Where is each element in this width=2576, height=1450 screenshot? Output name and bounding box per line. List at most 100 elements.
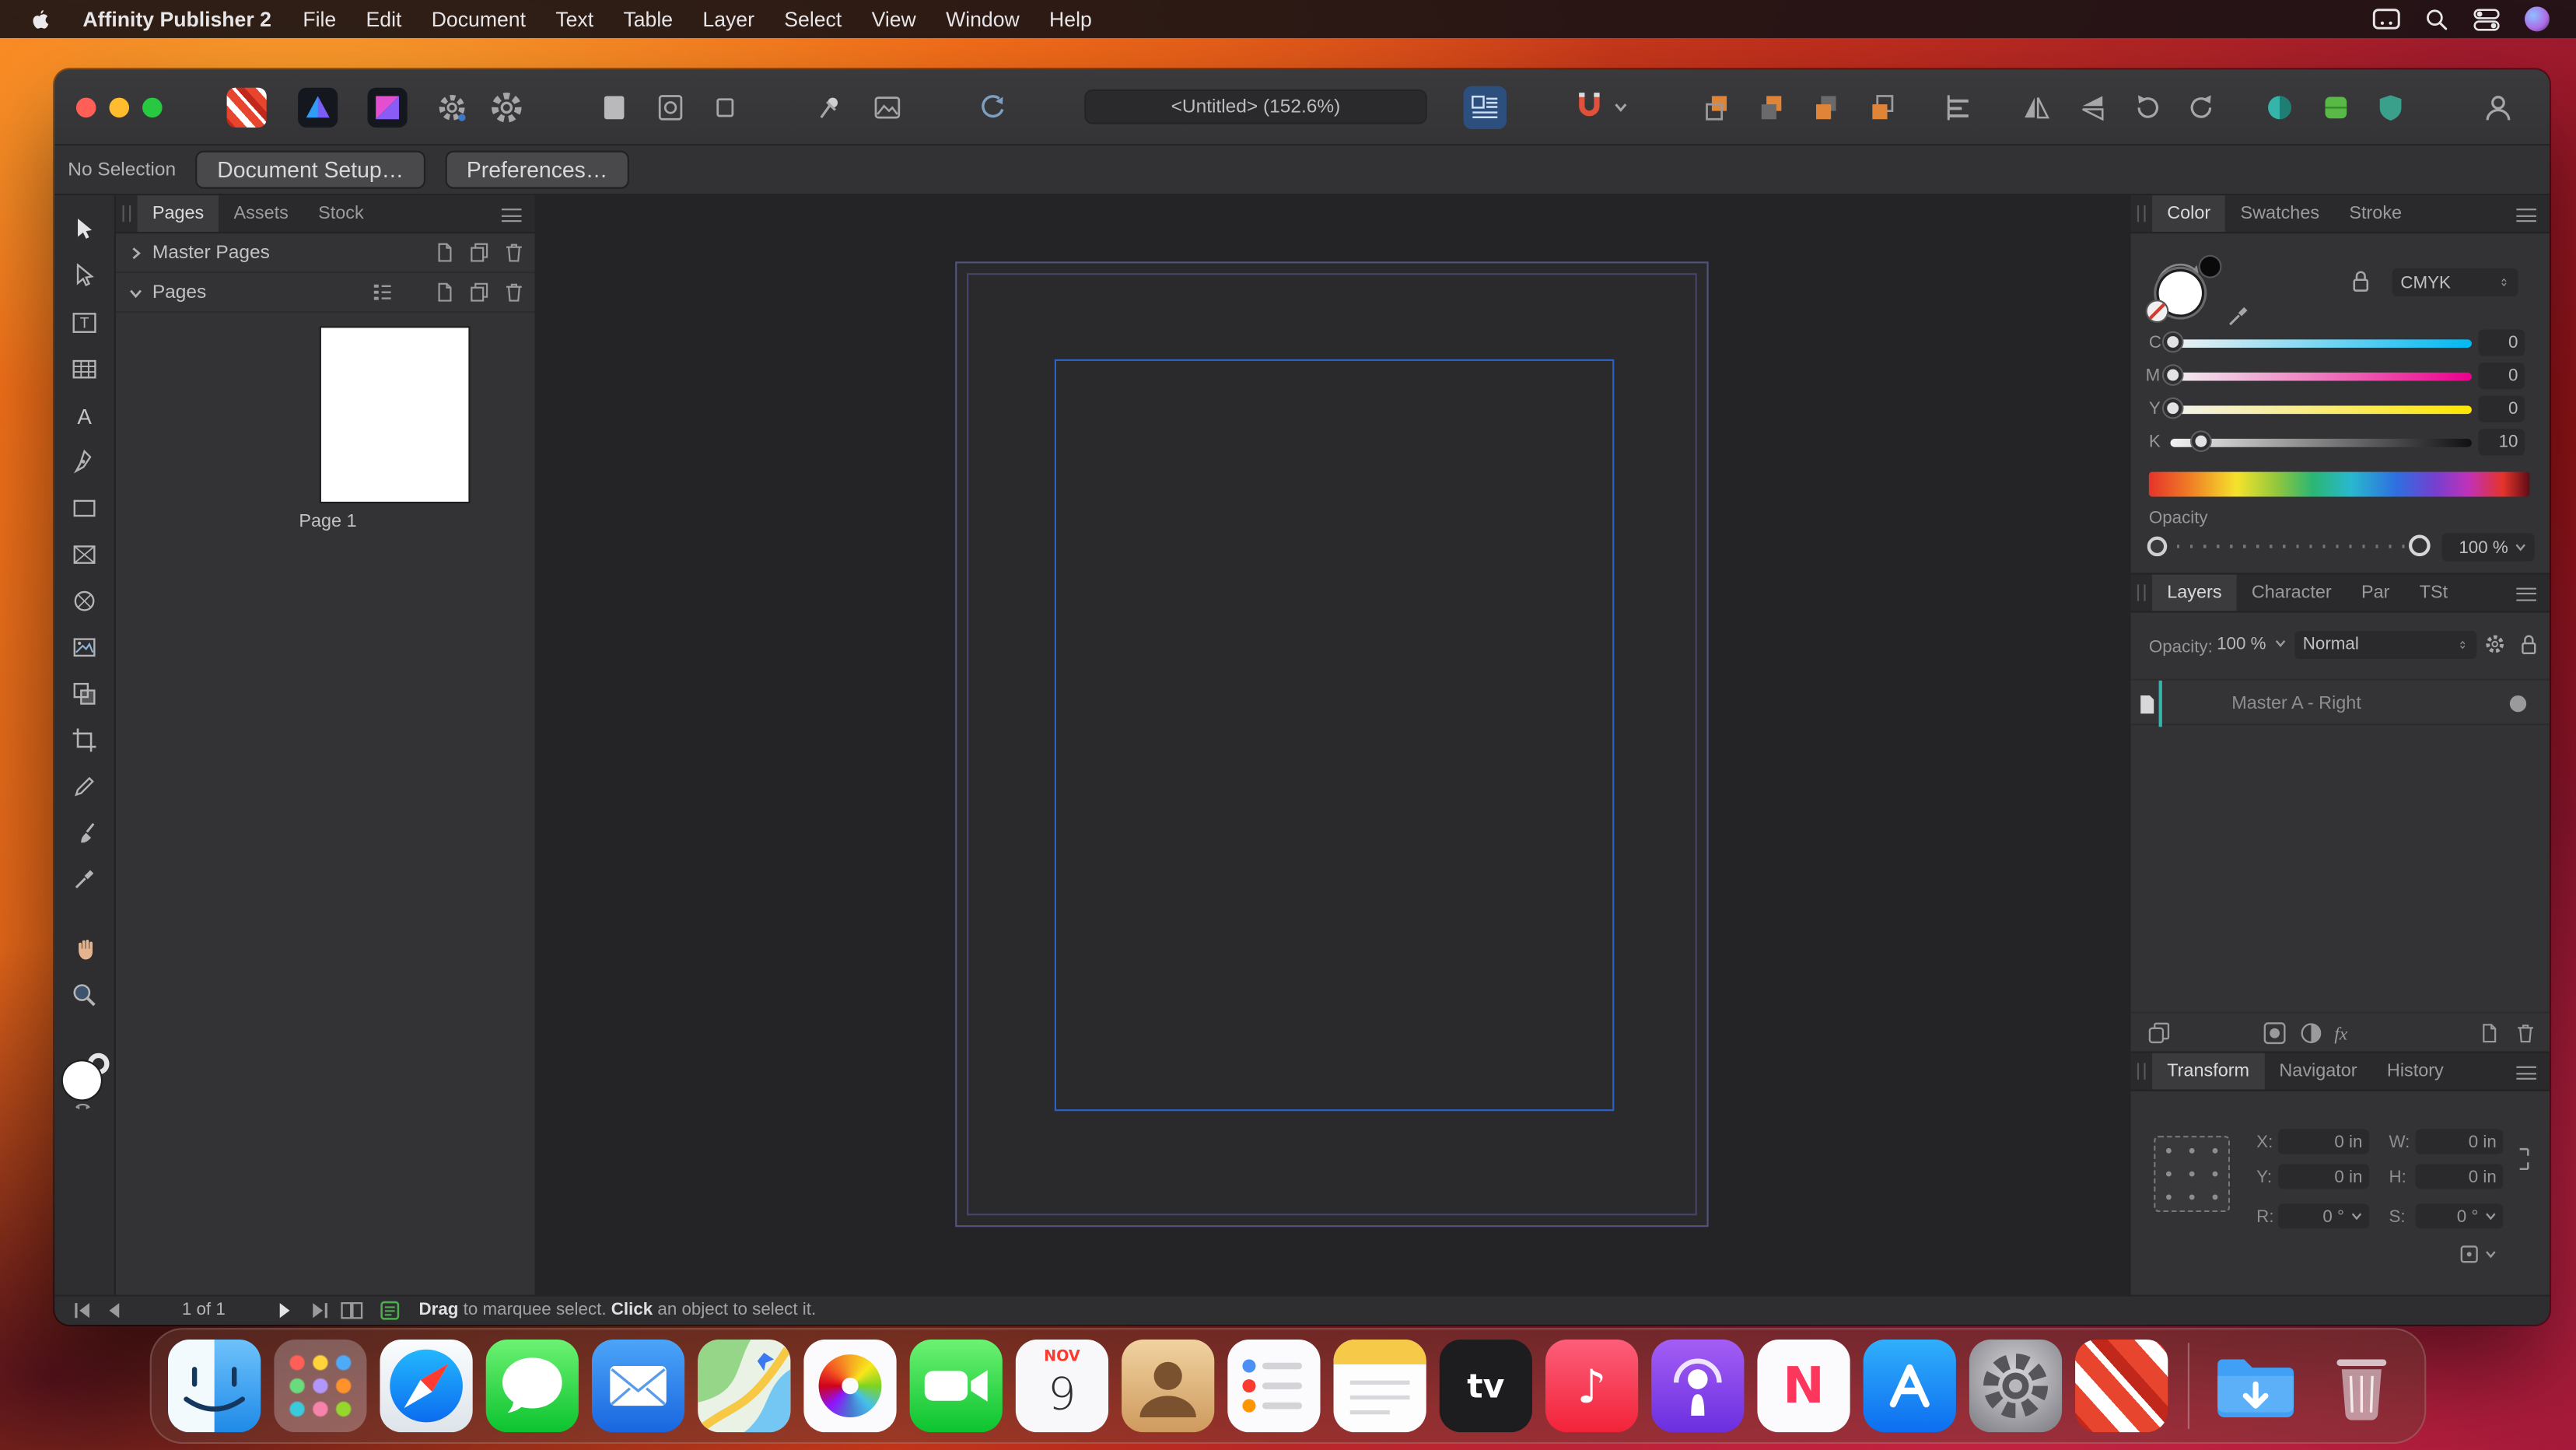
opacity-knob[interactable]	[2409, 535, 2431, 557]
cyan-slider[interactable]	[2171, 339, 2472, 348]
dock-icon-reminders[interactable]	[1227, 1340, 1320, 1432]
document-zoom-dropdown[interactable]: <Untitled> (152.6%)	[1084, 89, 1427, 124]
menu-text[interactable]: Text	[541, 8, 608, 31]
flip-horizontal-icon[interactable]	[2014, 86, 2057, 129]
magenta-slider[interactable]	[2171, 373, 2472, 381]
tab-pages[interactable]: Pages	[138, 195, 219, 232]
picture-frame-ellipse-tool-icon[interactable]	[66, 586, 103, 615]
vector-crop-tool-icon[interactable]	[66, 725, 103, 755]
document-setup-button[interactable]: Document Setup…	[196, 151, 425, 189]
yellow-slider[interactable]	[2171, 405, 2472, 414]
preferences-button[interactable]: Preferences…	[445, 151, 629, 189]
tab-assets[interactable]: Assets	[219, 195, 303, 232]
place-image-tool-icon[interactable]	[66, 632, 103, 662]
y-field[interactable]: 0 in	[2278, 1165, 2369, 1189]
dock-icon-photos[interactable]	[803, 1340, 896, 1432]
menu-view[interactable]: View	[856, 8, 931, 31]
lock-icon[interactable]	[2349, 268, 2372, 293]
designer-app-icon[interactable]	[296, 86, 339, 129]
tab-transform[interactable]: Transform	[2152, 1053, 2264, 1090]
duplicate-master-icon[interactable]	[468, 242, 490, 264]
pages-section-row[interactable]: Pages	[116, 273, 535, 313]
tab-navigator[interactable]: Navigator	[2264, 1053, 2372, 1090]
order-front-icon[interactable]	[1696, 86, 1738, 129]
zoom-tool-icon[interactable]	[66, 980, 103, 1010]
snapping-options-chevron-icon[interactable]	[1611, 86, 1631, 129]
no-color-well[interactable]	[2147, 301, 2168, 321]
opacity-slider-track[interactable]	[2177, 545, 2409, 548]
previous-page-icon[interactable]	[104, 1300, 124, 1322]
minimize-window-button[interactable]	[109, 98, 129, 118]
color-spectrum-bar[interactable]	[2149, 472, 2530, 497]
last-page-icon[interactable]	[308, 1300, 331, 1322]
duplicate-layer-icon[interactable]	[2147, 1021, 2171, 1045]
eyedropper-icon[interactable]	[2227, 301, 2253, 327]
small-page-icon[interactable]	[704, 86, 747, 129]
new-layer-icon[interactable]	[2478, 1021, 2500, 1045]
dock-icon-trash[interactable]	[2315, 1340, 2408, 1432]
slider-knob[interactable]	[2164, 333, 2182, 351]
rotate-cw-icon[interactable]	[2180, 86, 2223, 129]
panel-grip[interactable]	[123, 205, 131, 222]
pencil-tool-icon[interactable]	[66, 772, 103, 801]
mask-layer-icon[interactable]	[2263, 1021, 2287, 1045]
rotate-ccw-icon[interactable]	[2126, 86, 2168, 129]
dock-icon-downloads[interactable]	[2210, 1340, 2302, 1432]
zoom-window-button[interactable]	[142, 98, 163, 118]
rotate-view-icon[interactable]	[971, 86, 1014, 129]
slider-knob[interactable]	[2192, 433, 2210, 450]
node-tool-icon[interactable]	[66, 261, 103, 291]
text-wrap-icon[interactable]	[1464, 86, 1507, 129]
page-indicator[interactable]: 1 of 1	[157, 1300, 250, 1320]
document-canvas[interactable]	[537, 195, 2130, 1294]
slider-knob[interactable]	[2164, 399, 2182, 417]
snapping-magnet-icon[interactable]	[1564, 86, 1614, 129]
dock-icon-calendar[interactable]: NOV 9	[1016, 1340, 1108, 1432]
list-view-icon[interactable]	[371, 282, 394, 303]
dock-icon-messages[interactable]	[486, 1340, 579, 1432]
master-pages-section-row[interactable]: Master Pages	[116, 233, 535, 273]
settings-gear-icon[interactable]	[430, 86, 473, 129]
transparency-toggle-icon[interactable]	[2258, 86, 2301, 129]
add-master-icon[interactable]	[434, 242, 456, 264]
delete-master-icon[interactable]	[503, 242, 525, 264]
tab-history[interactable]: History	[2372, 1053, 2459, 1090]
menu-edit[interactable]: Edit	[351, 8, 416, 31]
menu-select[interactable]: Select	[769, 8, 856, 31]
dock-icon-music[interactable]: ♪	[1545, 1340, 1638, 1432]
delete-page-icon[interactable]	[503, 282, 525, 303]
transform-options[interactable]	[2459, 1244, 2497, 1266]
chevron-right-icon[interactable]	[129, 246, 142, 259]
panel-menu-icon[interactable]	[2516, 587, 2536, 601]
apple-menu[interactable]	[13, 5, 66, 32]
menu-table[interactable]: Table	[608, 8, 688, 31]
rectangle-tool-icon[interactable]	[66, 493, 103, 523]
panel-menu-icon[interactable]	[2516, 1066, 2536, 1080]
spotlight-search-icon[interactable]	[2425, 8, 2448, 31]
alignment-icon[interactable]	[1937, 86, 1979, 129]
s-field[interactable]: 0 °	[2416, 1204, 2504, 1229]
style-picker-tool-icon[interactable]	[66, 818, 103, 847]
panel-menu-icon[interactable]	[2516, 208, 2536, 222]
dock-icon-appletv[interactable]: tv	[1440, 1340, 1532, 1432]
x-field[interactable]: 0 in	[2278, 1130, 2369, 1154]
flip-vertical-icon[interactable]	[2071, 86, 2114, 129]
pen-tool-icon[interactable]	[66, 447, 103, 477]
dock-icon-contacts[interactable]	[1122, 1340, 1214, 1432]
preflight-icon[interactable]	[379, 1300, 401, 1322]
layer-visibility-toggle[interactable]	[2510, 695, 2526, 711]
filled-page-icon[interactable]	[593, 86, 635, 129]
layer-settings-gear-icon[interactable]	[2483, 632, 2507, 655]
document-page[interactable]	[955, 261, 1708, 1227]
transparency-tool-icon[interactable]	[66, 679, 103, 709]
dock-icon-appstore[interactable]	[1864, 1340, 1956, 1432]
fill-stroke-swatch[interactable]	[60, 1053, 110, 1109]
tab-swatches[interactable]: Swatches	[2225, 195, 2334, 232]
dock-icon-finder[interactable]	[168, 1340, 261, 1432]
tab-color[interactable]: Color	[2152, 195, 2225, 232]
anchor-point-selector[interactable]	[2154, 1137, 2230, 1213]
yellow-value[interactable]: 0	[2478, 396, 2525, 422]
siri-icon[interactable]	[2525, 7, 2550, 32]
r-field[interactable]: 0 °	[2278, 1204, 2369, 1229]
layer-effects-icon[interactable]: fx	[2333, 1021, 2359, 1045]
